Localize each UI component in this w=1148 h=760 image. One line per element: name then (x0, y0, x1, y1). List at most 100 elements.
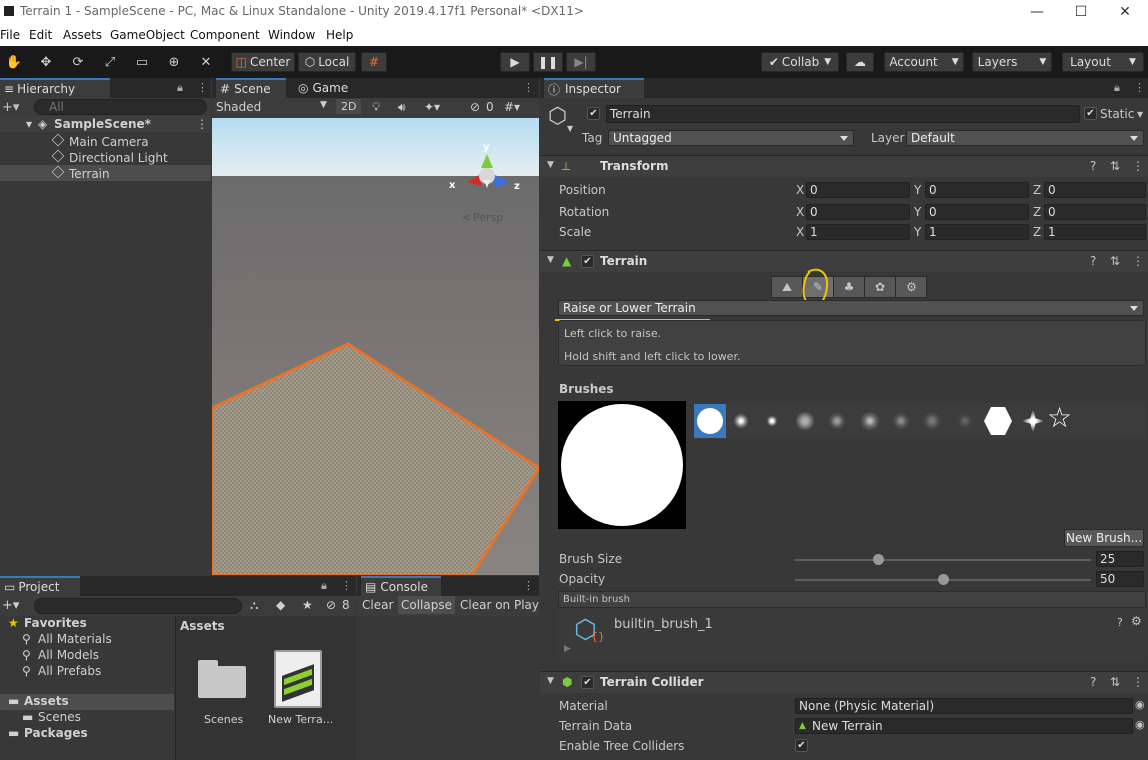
terrain-settings-icon[interactable]: ⚙ (896, 277, 927, 297)
slider-thumb[interactable] (938, 574, 949, 585)
menu-window[interactable]: Window (268, 28, 315, 42)
tag-dropdown[interactable]: Untagged (608, 130, 854, 146)
object-picker-icon[interactable]: ◉ (1135, 698, 1145, 711)
brush-tile[interactable] (892, 412, 910, 430)
menu-edit[interactable]: Edit (29, 28, 52, 42)
opacity-field[interactable]: 50 (1096, 571, 1144, 587)
shading-mode-dropdown[interactable]: Shaded (216, 100, 261, 114)
favorites-label[interactable]: Favorites (24, 616, 87, 630)
terrain-component-header[interactable]: ▼ ▲ ✔ Terrain ? ⇅ ⋮ (540, 250, 1148, 272)
hand-tool-icon[interactable]: ✋ (2, 52, 26, 72)
help-icon[interactable]: ? (1117, 616, 1123, 629)
scene-viewport[interactable]: y x z < Persp (212, 118, 539, 575)
kebab-menu-icon[interactable]: ⋮ (341, 579, 352, 592)
list-item[interactable]: Directional Light (0, 149, 211, 165)
grid-snap-button[interactable]: # (361, 52, 387, 72)
effects-icon[interactable]: ✦▾ (424, 100, 440, 114)
terrain-enabled-checkbox[interactable]: ✔ (581, 255, 594, 268)
tab-console[interactable]: ▤ Console (361, 576, 441, 596)
kebab-menu-icon[interactable]: ⋮ (197, 81, 208, 94)
rotation-x-field[interactable]: 0 (806, 204, 910, 220)
menu-assets[interactable]: Assets (63, 28, 102, 42)
assets-folder-row[interactable]: ▬ Assets (0, 694, 174, 710)
step-button[interactable]: ▶| (566, 52, 596, 72)
brush-tile[interactable] (860, 411, 880, 431)
asset-label-new-terrain[interactable]: New Terra... (268, 713, 333, 726)
scale-tool-icon[interactable]: ⤢ (98, 52, 122, 72)
search-by-type-icon[interactable]: ⛬ (250, 598, 258, 613)
new-brush-button[interactable]: New Brush... (1064, 529, 1144, 547)
help-icon[interactable]: ? (1090, 675, 1096, 689)
brush-tile-hexagon[interactable] (984, 407, 1012, 435)
object-picker-icon[interactable]: ◉ (1135, 718, 1145, 731)
material-object-field[interactable]: None (Physic Material) (795, 698, 1133, 714)
paint-trees-icon[interactable]: ♣ (834, 277, 865, 297)
fav-all-materials[interactable]: All Materials (38, 632, 112, 646)
asset-label-scenes[interactable]: Scenes (204, 713, 243, 726)
cloud-button[interactable]: ☁ (846, 52, 874, 72)
help-icon[interactable]: ? (1090, 254, 1096, 268)
preset-icon[interactable]: ⇅ (1110, 254, 1120, 268)
position-z-field[interactable]: 0 (1044, 182, 1146, 198)
kebab-menu-icon[interactable]: ⋮ (523, 579, 534, 592)
list-item-selected[interactable]: Terrain (0, 165, 211, 181)
foldout-arrow-icon[interactable]: ▼ (547, 160, 554, 170)
list-item[interactable]: Main Camera (0, 133, 211, 149)
layer-dropdown[interactable]: Default (906, 130, 1144, 146)
2d-toggle-button[interactable]: 2D (336, 99, 362, 114)
menu-help[interactable]: Help (326, 28, 353, 42)
hidden-packages-icon[interactable]: ⊘ (326, 598, 336, 612)
rotate-tool-icon[interactable]: ⟳ (66, 52, 90, 72)
layers-dropdown[interactable]: Layers ▼ (972, 52, 1052, 72)
close-button[interactable]: ✕ (1102, 0, 1148, 24)
kebab-menu-icon[interactable]: ⋮ (1132, 159, 1144, 173)
scene-row[interactable]: ▾ ◈ SampleScene* ⋮ (0, 116, 211, 132)
account-dropdown[interactable]: Account ▼ (884, 52, 964, 72)
persp-label[interactable]: Persp (473, 211, 503, 224)
terrain-tool-dropdown[interactable]: Raise or Lower Terrain (558, 300, 1144, 316)
transform-tool-icon[interactable]: ⊕ (162, 52, 186, 72)
kebab-menu-icon[interactable]: ⋮ (1132, 675, 1144, 689)
brush-tile[interactable] (922, 411, 942, 431)
brush-tile-starburst[interactable] (1020, 408, 1046, 434)
expand-arrow-icon[interactable]: ▾ (26, 117, 32, 131)
terrain-data-object-field[interactable]: New Terrain (795, 718, 1133, 734)
create-plus-icon[interactable]: +▾ (2, 100, 19, 115)
maximize-button[interactable]: ☐ (1058, 0, 1104, 24)
packages-folder[interactable]: Packages (24, 726, 88, 740)
minimize-button[interactable]: — (1014, 0, 1060, 24)
clear-on-play-toggle[interactable]: Clear on Play (460, 598, 539, 612)
play-button[interactable]: ▶ (500, 52, 530, 72)
tab-scene[interactable]: # Scene (216, 78, 286, 98)
help-icon[interactable]: ? (1090, 159, 1096, 173)
collapse-toggle[interactable]: Collapse (398, 596, 455, 614)
tab-hierarchy[interactable]: ≡ Hierarchy (0, 78, 110, 98)
active-checkbox[interactable]: ✔ (587, 107, 600, 120)
preset-icon[interactable]: ⇅ (1110, 159, 1120, 173)
brush-tile-selected[interactable] (694, 404, 726, 438)
lock-icon[interactable]: 🔒︎ (177, 81, 183, 95)
foldout-arrow-icon[interactable]: ▼ (547, 255, 554, 265)
lighting-icon[interactable]: 💡︎ (372, 100, 380, 115)
fav-all-prefabs[interactable]: All Prefabs (38, 664, 101, 678)
scenes-folder[interactable]: Scenes (38, 710, 81, 724)
foldout-arrow-icon[interactable]: ▶ (564, 644, 571, 654)
opacity-slider[interactable] (795, 574, 1091, 585)
collab-dropdown[interactable]: ✔ Collab ▼ (761, 52, 839, 72)
kebab-menu-icon[interactable]: ⋮ (1134, 81, 1145, 94)
rotation-y-field[interactable]: 0 (925, 204, 1029, 220)
transform-component-header[interactable]: ▼ ⟂ Transform ? ⇅ ⋮ (540, 155, 1148, 177)
menu-gameobject[interactable]: GameObject (110, 28, 185, 42)
favorite-star-icon[interactable]: ★ (302, 598, 313, 612)
space-toggle-button[interactable]: ⬡ Local (298, 52, 356, 72)
slider-thumb[interactable] (872, 554, 884, 565)
move-tool-icon[interactable]: ✥ (34, 52, 58, 72)
brush-size-slider[interactable] (795, 554, 1091, 565)
pause-button[interactable]: ❚❚ (533, 52, 563, 72)
fav-all-models[interactable]: All Models (38, 648, 99, 662)
brush-tile[interactable] (733, 413, 749, 429)
brush-tile-star[interactable]: ☆ (1047, 401, 1072, 434)
lock-icon[interactable]: 🔒︎ (321, 579, 327, 593)
scale-x-field[interactable]: 1 (806, 224, 910, 240)
scale-y-field[interactable]: 1 (925, 224, 1029, 240)
